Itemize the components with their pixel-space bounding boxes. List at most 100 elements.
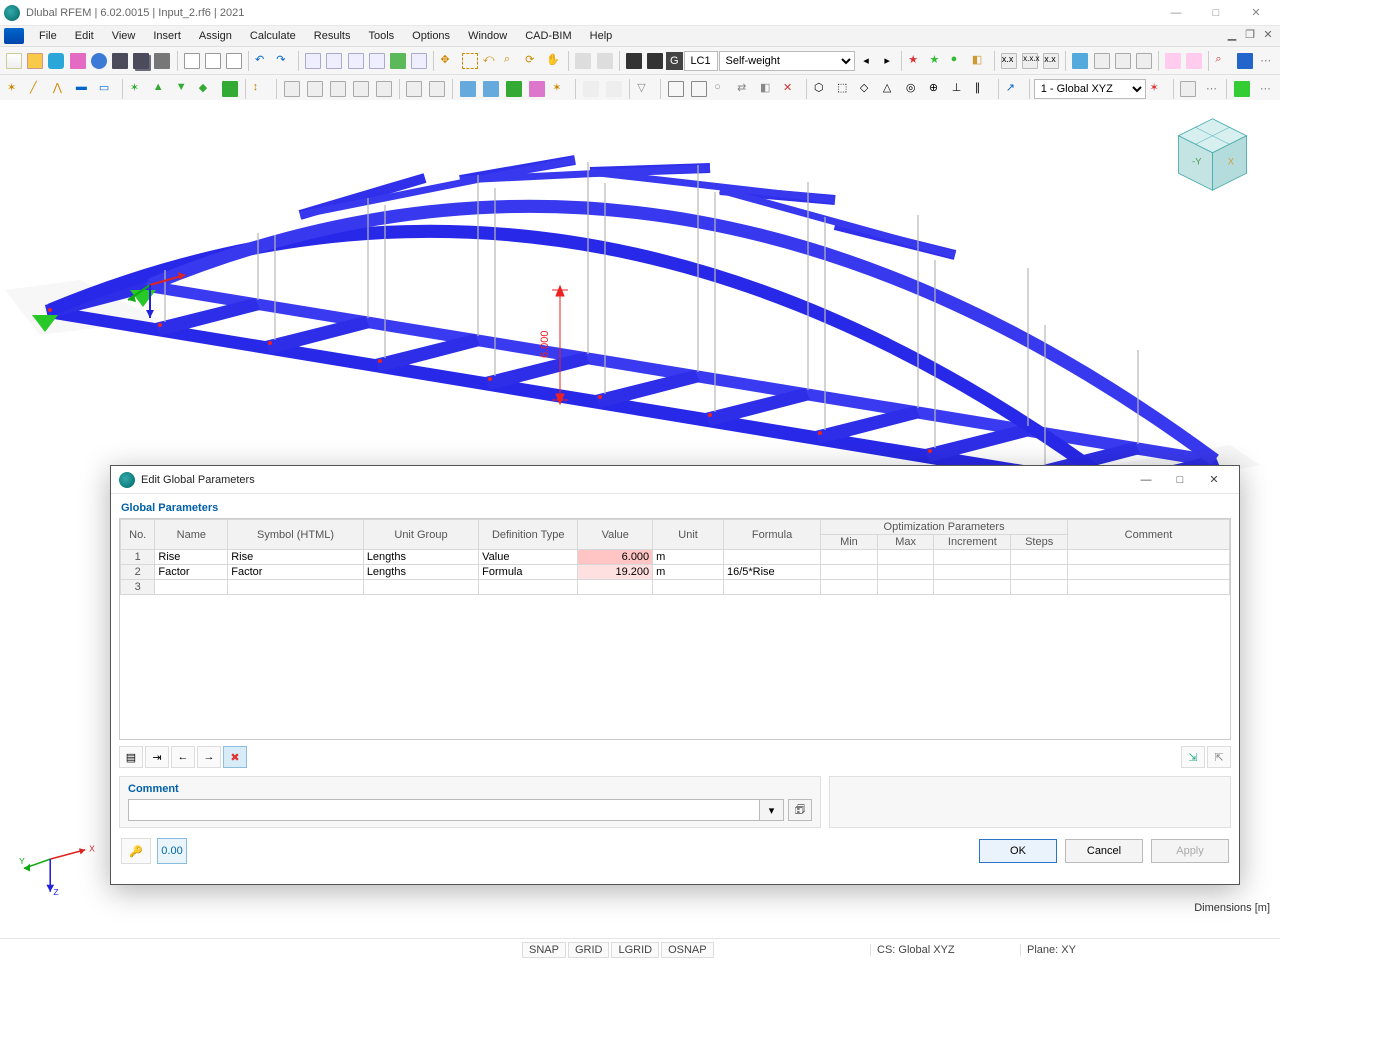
col-no[interactable]: No. (121, 520, 155, 550)
dialog-minimize-button[interactable]: — (1129, 467, 1163, 493)
snap7-button[interactable]: ⊥ (949, 78, 971, 100)
overflow2-button[interactable]: ⋯ (1200, 78, 1222, 100)
grp2-button[interactable] (480, 78, 502, 100)
star-red-button[interactable]: ★ (906, 50, 926, 72)
xx-button[interactable]: x.x (999, 50, 1019, 72)
hide-button[interactable] (1113, 50, 1133, 72)
maximize-button[interactable]: □ (1196, 0, 1236, 25)
layers-button[interactable] (1070, 50, 1090, 72)
print-button[interactable] (152, 50, 172, 72)
col-name[interactable]: Name (155, 520, 228, 550)
comment-input[interactable] (128, 799, 760, 821)
units-button[interactable]: 0.00 (157, 838, 187, 864)
cloud-button[interactable] (46, 50, 66, 72)
parameters-grid[interactable]: No. Name Symbol (HTML) Unit Group Defini… (119, 518, 1231, 740)
redo-button[interactable]: ↷ (274, 50, 294, 72)
menu-cad-bim[interactable]: CAD-BIM (516, 27, 580, 45)
ok-button[interactable]: OK (979, 839, 1057, 863)
loadcase-select[interactable]: Self-weight (719, 51, 855, 71)
lgrid-toggle[interactable]: LGRID (611, 942, 659, 958)
comment-edit-button[interactable]: 🗊 (788, 799, 812, 821)
copy-button[interactable] (281, 78, 303, 100)
col-steps[interactable]: Steps (1011, 535, 1068, 550)
polyline-button[interactable]: ⋀ (50, 78, 72, 100)
nav2-button[interactable] (324, 50, 344, 72)
menu-assign[interactable]: Assign (190, 27, 241, 45)
dark1-button[interactable] (624, 50, 644, 72)
script-button[interactable] (1234, 50, 1254, 72)
snap3-button[interactable]: ◇ (857, 78, 879, 100)
cancel-button[interactable]: Cancel (1065, 839, 1143, 863)
node-button[interactable]: ✶ (4, 78, 26, 100)
open-button[interactable] (25, 50, 45, 72)
col-formula[interactable]: Formula (723, 520, 820, 550)
menu-view[interactable]: View (103, 27, 145, 45)
new-button[interactable] (4, 50, 24, 72)
nav1-button[interactable] (303, 50, 323, 72)
show-button[interactable] (1134, 50, 1154, 72)
gen4-button[interactable]: ◆ (196, 78, 218, 100)
green-check-button[interactable] (1231, 78, 1253, 100)
gen3-button[interactable]: ▼ (173, 78, 195, 100)
col-comment[interactable]: Comment (1068, 520, 1230, 550)
menu-help[interactable]: Help (581, 27, 622, 45)
block-button[interactable] (68, 50, 88, 72)
menu-tools[interactable]: Tools (359, 27, 403, 45)
row-add-button[interactable]: ▤ (119, 746, 143, 768)
pan-button[interactable]: ✋ (544, 50, 564, 72)
search-button[interactable]: ⌕ (1213, 50, 1233, 72)
move-button[interactable]: ✥ (438, 50, 458, 72)
display-button[interactable] (1092, 50, 1112, 72)
mdi-minimize-icon[interactable]: ▁ (1224, 28, 1240, 44)
settings-button[interactable] (89, 50, 109, 72)
ext1-button[interactable] (580, 78, 602, 100)
save-button[interactable] (110, 50, 130, 72)
row-down-button[interactable]: → (197, 746, 221, 768)
zoomprev-button[interactable]: ⤺ (481, 50, 501, 72)
minimize-button[interactable]: — (1156, 0, 1196, 25)
del2-button[interactable] (426, 78, 448, 100)
gen1-button[interactable]: ✶ (127, 78, 149, 100)
row-insert-button[interactable]: ⇥ (145, 746, 169, 768)
sel-poly-button[interactable] (688, 78, 710, 100)
dialog-maximize-button[interactable]: □ (1163, 467, 1197, 493)
grp4-button[interactable] (526, 78, 548, 100)
nav3-button[interactable] (346, 50, 366, 72)
snap1-button[interactable]: ⬡ (811, 78, 833, 100)
menu-window[interactable]: Window (459, 27, 516, 45)
osnap-toggle[interactable]: OSNAP (661, 942, 714, 958)
apply-button[interactable]: Apply (1151, 839, 1229, 863)
col-min[interactable]: Min (821, 535, 878, 550)
menu-results[interactable]: Results (305, 27, 360, 45)
col-unitgroup[interactable]: Unit Group (363, 520, 478, 550)
dialog-close-button[interactable]: ✕ (1197, 467, 1231, 493)
nav-cube[interactable]: X -Y (1170, 112, 1255, 197)
filter-button[interactable]: ▽ (634, 78, 656, 100)
star-ball-button[interactable]: ● (949, 50, 969, 72)
section-button[interactable] (1163, 50, 1183, 72)
row-delete-button[interactable]: ✖ (223, 746, 247, 768)
menu-insert[interactable]: Insert (144, 27, 190, 45)
snap6-button[interactable]: ⊕ (926, 78, 948, 100)
col-deftype[interactable]: Definition Type (479, 520, 578, 550)
menu-options[interactable]: Options (403, 27, 459, 45)
saveall-button[interactable] (131, 50, 151, 72)
snap8-button[interactable]: ∥ (972, 78, 994, 100)
comment-dropdown-button[interactable]: ▾ (760, 799, 784, 821)
sel-circ-button[interactable]: ○ (711, 78, 733, 100)
gridtoggle-button[interactable] (1178, 78, 1200, 100)
grp1-button[interactable] (457, 78, 479, 100)
nav4-button[interactable] (367, 50, 387, 72)
menu-edit[interactable]: Edit (66, 27, 103, 45)
lc-next-button[interactable]: ▸ (877, 50, 897, 72)
grid-toggle[interactable]: GRID (568, 942, 610, 958)
calc-button[interactable] (388, 50, 408, 72)
ucs-button[interactable]: ↗ (1003, 78, 1025, 100)
surface-button[interactable]: ▭ (96, 78, 118, 100)
zoomwin-button[interactable] (459, 50, 479, 72)
rotate-button[interactable]: ⟳ (523, 50, 543, 72)
gen2-button[interactable]: ▲ (150, 78, 172, 100)
clipping-button[interactable] (1184, 50, 1204, 72)
menu-calculate[interactable]: Calculate (241, 27, 305, 45)
table3-button[interactable] (224, 50, 244, 72)
